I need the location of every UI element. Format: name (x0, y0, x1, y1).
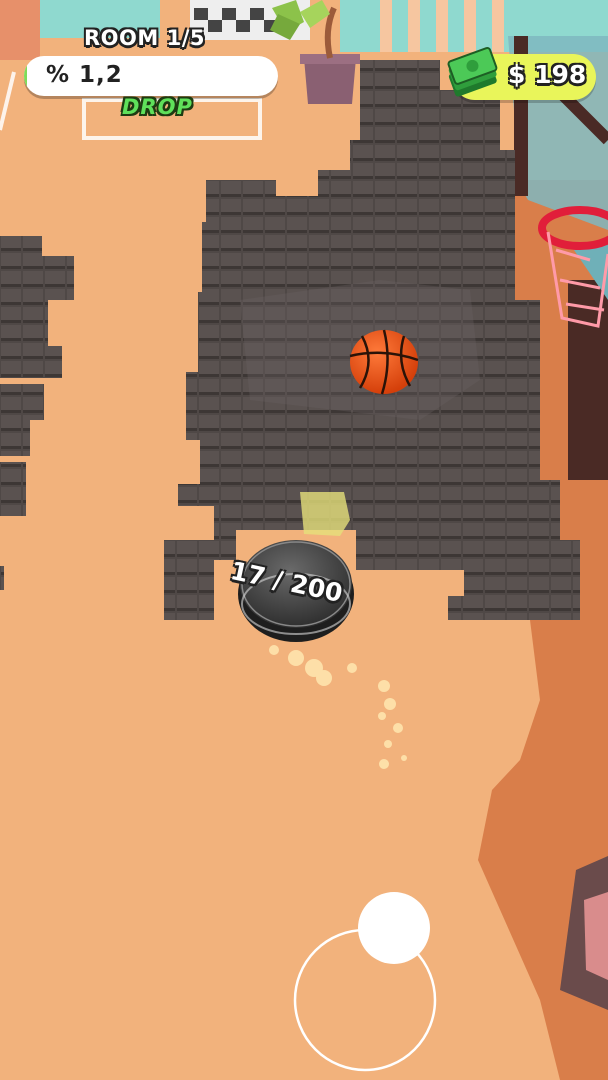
virtual-joystick[interactable] (292, 892, 438, 1072)
clean-progress-bar: % 1,2 (24, 56, 278, 96)
room-label: ROOM 1/5 (84, 26, 205, 50)
money-amount: $ 198 (508, 60, 587, 89)
back-wall-left (0, 0, 40, 60)
game-scene (0, 0, 608, 1080)
basketball (349, 329, 419, 395)
joystick-knob[interactable] (358, 892, 430, 964)
drop-label: DROP (122, 95, 193, 119)
cleaned-patch (300, 492, 350, 536)
clean-progress-text: % 1,2 (46, 62, 123, 88)
clean-progress-fill (24, 56, 28, 96)
cash-stack-icon (447, 46, 498, 97)
